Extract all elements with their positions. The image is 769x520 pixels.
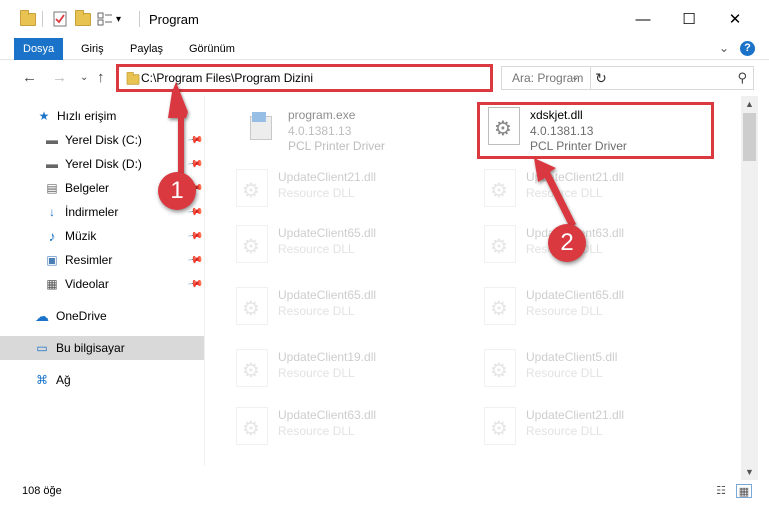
- arrow-to-address-bar: [168, 82, 188, 176]
- arrow-to-file: [534, 158, 576, 228]
- callout-badge-2: 2: [548, 224, 586, 262]
- callout-badge-1: 1: [158, 172, 196, 210]
- callout-arrows: [168, 82, 576, 228]
